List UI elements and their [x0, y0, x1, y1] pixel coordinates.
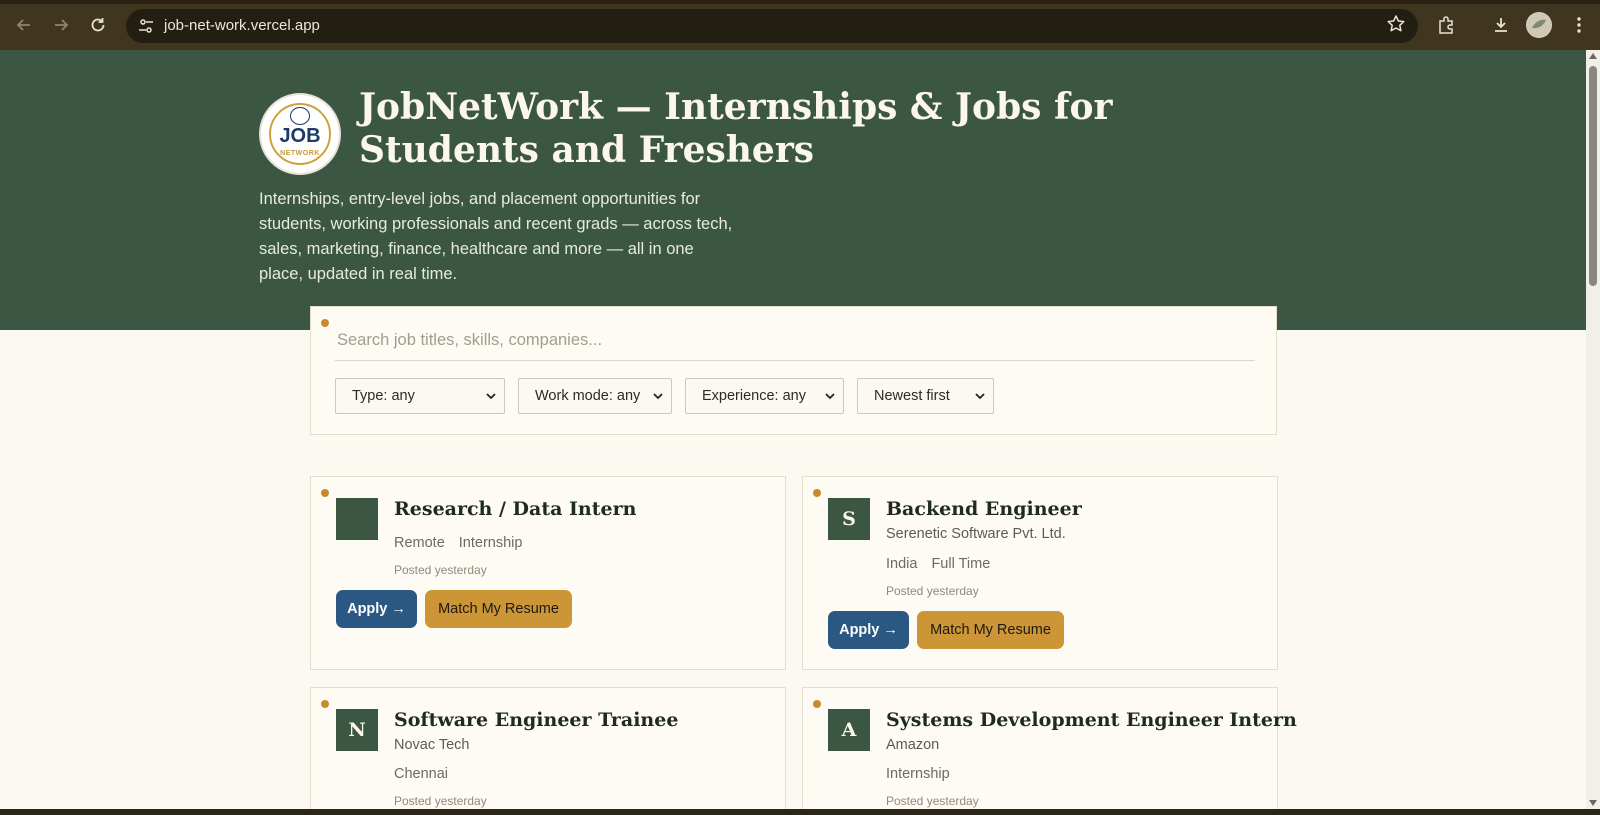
job-card[interactable]: S Backend Engineer Serenetic Software Pv… — [802, 476, 1278, 670]
company-logo: S — [828, 498, 870, 540]
company-initial: S — [842, 508, 856, 530]
job-meta: Chennai — [394, 766, 448, 782]
company-initial: N — [348, 719, 366, 741]
work-mode-filter-select[interactable]: Work mode: any — [518, 378, 672, 414]
chevron-down-icon — [653, 393, 663, 400]
job-title[interactable]: Research / Data Intern — [394, 498, 636, 520]
work-mode-filter-value: Work mode: any — [535, 388, 641, 404]
job-title[interactable]: Systems Development Engineer Intern — [886, 709, 1297, 731]
company-logo: A — [828, 709, 870, 751]
hero-banner: JOB NETWORK JobNetWork — Internships & J… — [0, 50, 1586, 330]
company-logo: N — [336, 709, 378, 751]
page-title: JobNetWork — Internships & Jobs for Stud… — [359, 86, 1113, 171]
job-company: Serenetic Software Pvt. Ltd. — [886, 526, 1066, 542]
job-meta: India Full Time — [886, 556, 990, 572]
url-text[interactable]: job-net-work.vercel.app — [164, 17, 320, 34]
bookmark-star-icon[interactable] — [1386, 14, 1406, 40]
match-resume-button[interactable]: Match My Resume — [425, 590, 572, 628]
chevron-down-icon — [486, 393, 496, 400]
company-logo — [336, 498, 378, 540]
sort-value: Newest first — [874, 388, 950, 404]
job-card[interactable]: Research / Data Intern Remote Internship… — [310, 476, 786, 670]
profile-avatar[interactable] — [1526, 12, 1552, 38]
sort-select[interactable]: Newest first — [857, 378, 994, 414]
address-bar[interactable]: job-net-work.vercel.app — [126, 9, 1418, 43]
reload-icon[interactable] — [83, 10, 113, 40]
browser-toolbar: job-net-work.vercel.app — [0, 0, 1600, 50]
job-card[interactable]: A Systems Development Engineer Intern Am… — [802, 687, 1297, 809]
job-type: Full Time — [931, 556, 991, 572]
job-location: Remote — [394, 535, 445, 551]
job-title[interactable]: Software Engineer Trainee — [394, 709, 678, 731]
scroll-up-arrow-icon[interactable] — [1589, 53, 1597, 59]
logo-globe-icon — [290, 107, 310, 125]
job-posted-date: Posted yesterday — [886, 584, 979, 598]
job-location: India — [886, 556, 918, 572]
match-resume-button[interactable]: Match My Resume — [917, 611, 1064, 649]
job-type: Internship — [886, 766, 950, 782]
experience-filter-value: Experience: any — [702, 388, 806, 404]
type-filter-value: Type: any — [352, 388, 415, 404]
accent-dot — [321, 319, 329, 327]
hero-description: Internships, entry-level jobs, and place… — [259, 190, 733, 283]
job-location: Chennai — [394, 766, 449, 782]
apply-button[interactable]: Apply → — [336, 590, 417, 628]
job-posted-date: Posted yesterday — [886, 794, 979, 808]
company-initial: A — [841, 719, 857, 741]
tab-strip-edge — [0, 0, 1600, 4]
job-card[interactable]: N Software Engineer Trainee Novac Tech C… — [310, 687, 786, 809]
forward-arrow-icon[interactable] — [46, 10, 76, 40]
job-company: Amazon — [886, 737, 940, 753]
chevron-down-icon — [975, 393, 985, 400]
experience-filter-select[interactable]: Experience: any — [685, 378, 844, 414]
logo-text: JOB — [279, 125, 321, 147]
extensions-icon[interactable] — [1433, 12, 1459, 38]
site-settings-icon[interactable] — [136, 16, 156, 36]
scrollbar-thumb[interactable] — [1589, 66, 1597, 286]
search-panel: Type: any Work mode: any Experience: any… — [310, 306, 1277, 435]
site-logo[interactable]: JOB NETWORK — [259, 93, 341, 175]
accent-dot — [321, 700, 329, 708]
job-meta: Internship — [886, 766, 950, 782]
accent-dot — [813, 489, 821, 497]
back-arrow-icon[interactable] — [9, 10, 39, 40]
apply-button[interactable]: Apply → — [828, 611, 909, 649]
job-title[interactable]: Backend Engineer — [886, 498, 1082, 520]
page-scrollbar[interactable] — [1586, 50, 1600, 809]
job-posted-date: Posted yesterday — [394, 563, 487, 577]
logo-subtext: NETWORK — [280, 150, 320, 157]
job-meta: Remote Internship — [394, 535, 522, 551]
job-type: Internship — [458, 535, 523, 551]
page-content: JOB NETWORK JobNetWork — Internships & J… — [0, 50, 1586, 809]
search-input[interactable] — [335, 321, 1255, 361]
download-icon[interactable] — [1488, 12, 1514, 38]
accent-dot — [321, 489, 329, 497]
chevron-down-icon — [825, 393, 835, 400]
accent-dot — [813, 700, 821, 708]
job-company: Novac Tech — [394, 737, 470, 753]
window-bottom-edge — [0, 809, 1600, 815]
job-posted-date: Posted yesterday — [394, 794, 487, 808]
type-filter-select[interactable]: Type: any — [335, 378, 505, 414]
scroll-down-arrow-icon[interactable] — [1589, 800, 1597, 806]
more-menu-icon[interactable] — [1566, 12, 1592, 38]
